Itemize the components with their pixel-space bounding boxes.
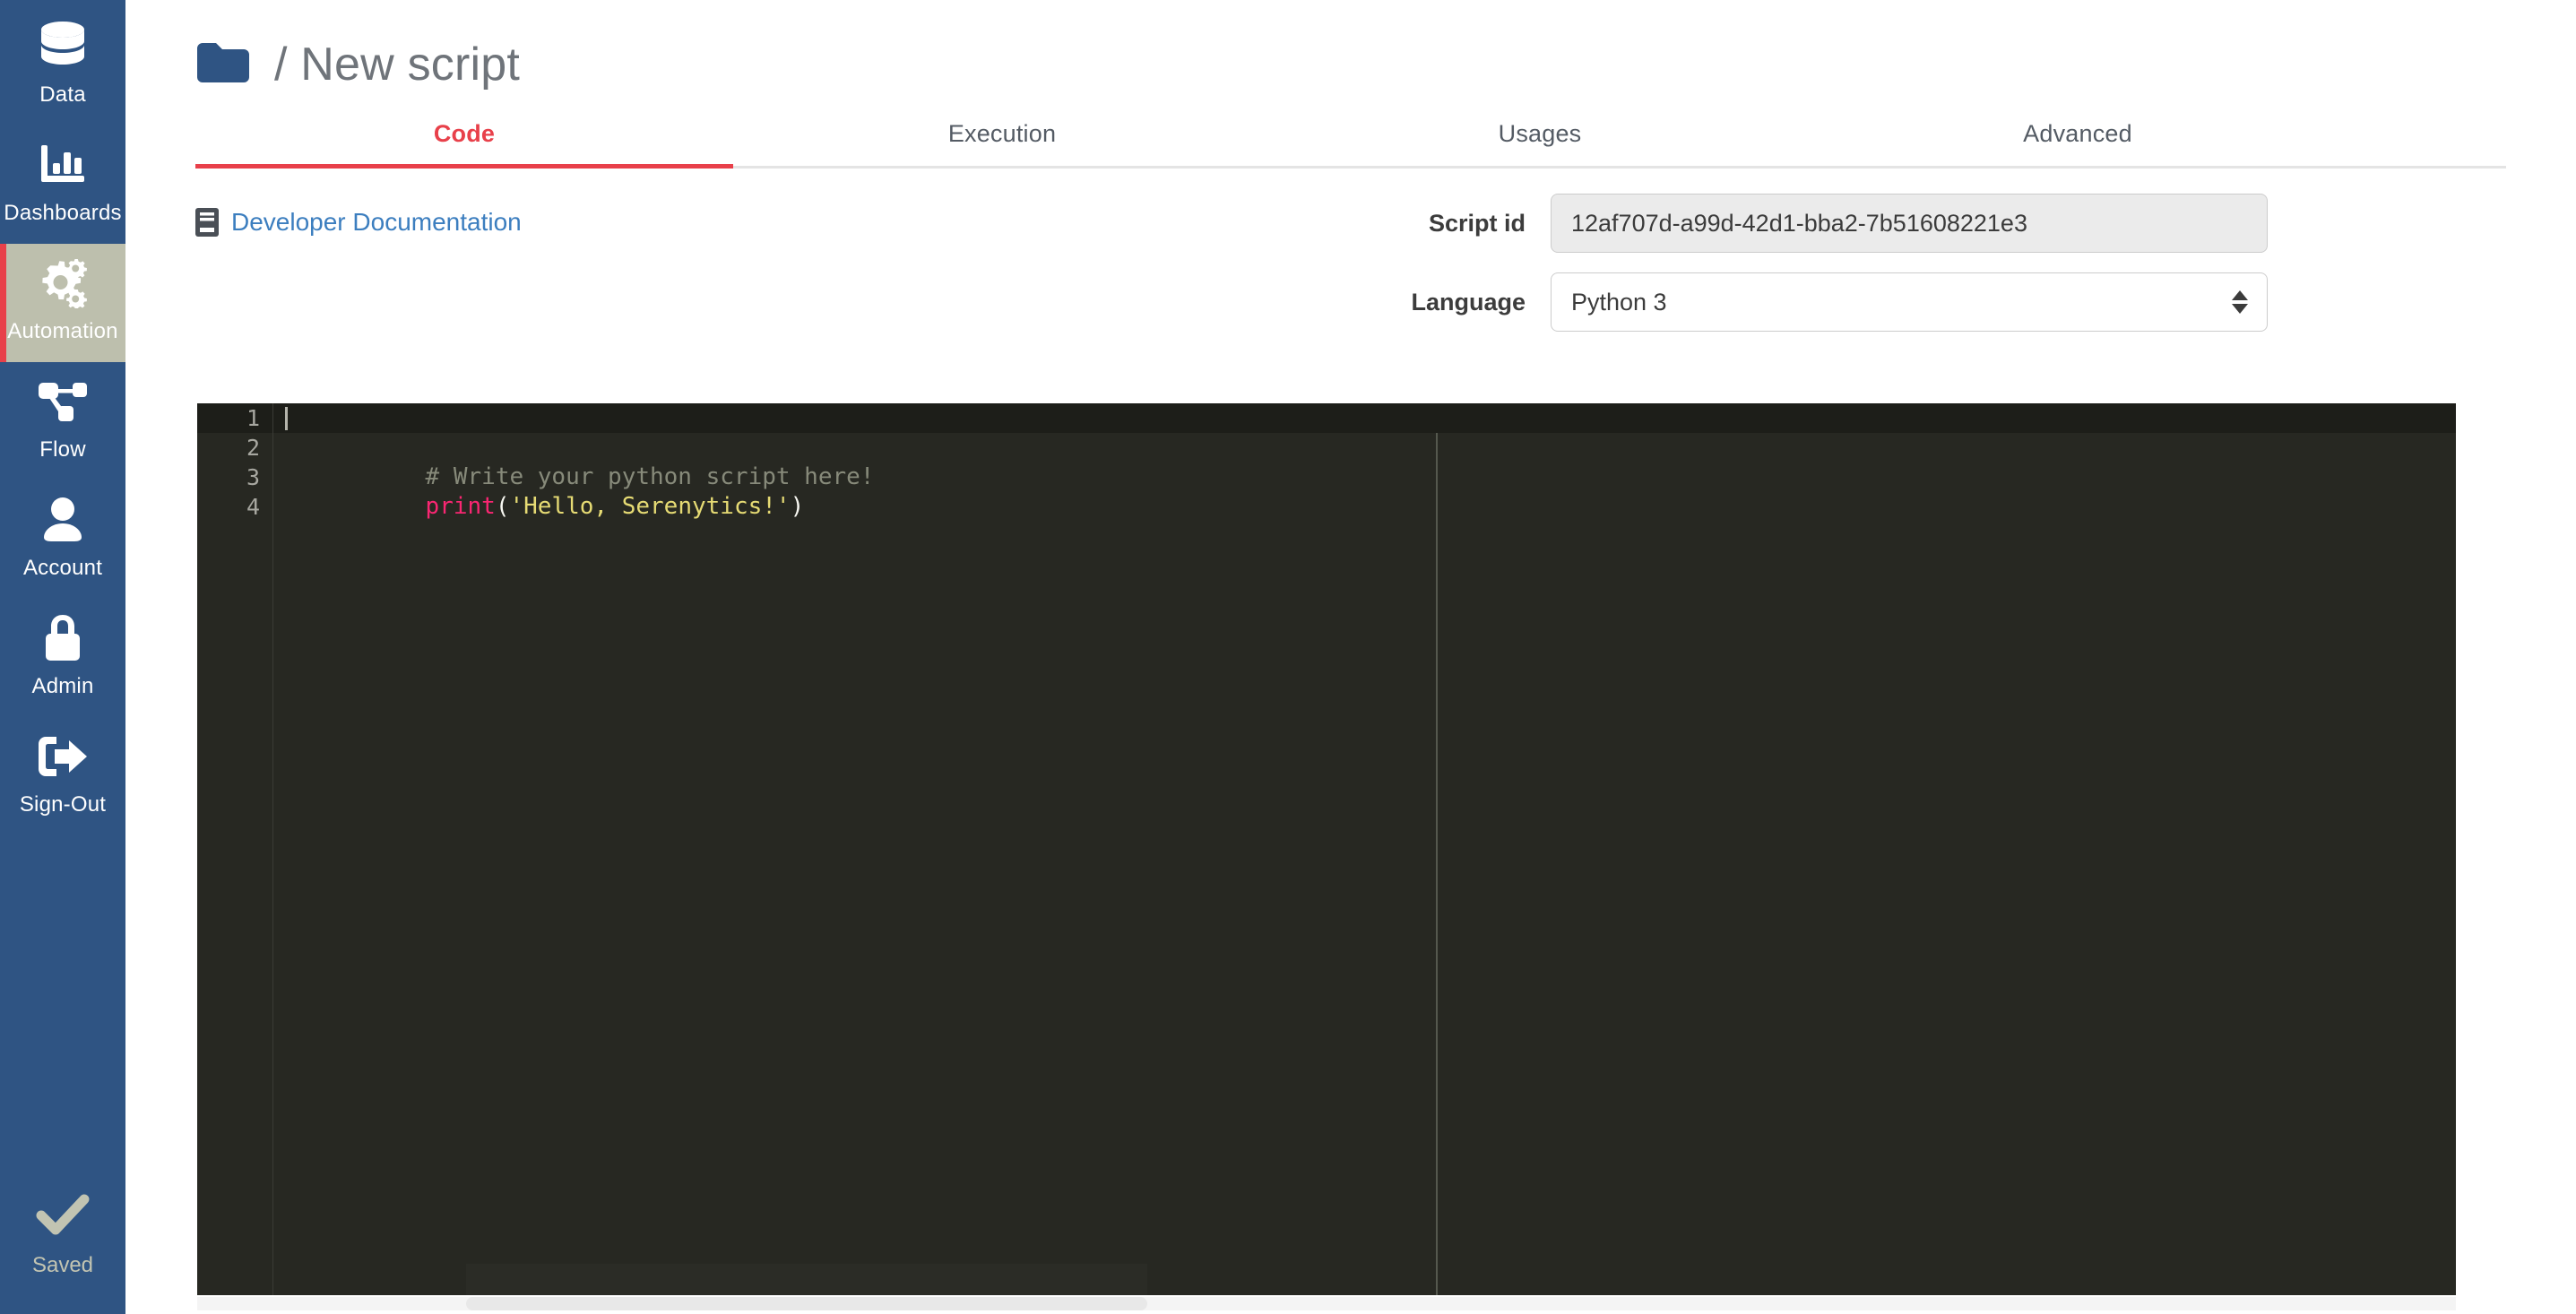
sidebar-item-dashboards[interactable]: Dashboards — [0, 125, 125, 244]
sidebar-item-label: Data — [39, 82, 86, 107]
book-icon — [195, 208, 219, 237]
script-id-input[interactable] — [1551, 194, 2268, 253]
sidebar-item-label: Flow — [39, 437, 86, 462]
gutter-line-number: 3 — [246, 464, 260, 490]
main-content: / New script Code Execution Usages Advan… — [125, 0, 2576, 1314]
user-icon — [35, 493, 91, 547]
bar-chart-icon — [35, 138, 91, 192]
folder-icon — [195, 41, 251, 89]
language-label: Language — [1411, 288, 1526, 316]
sign-out-icon — [35, 730, 91, 783]
gutter-line-number: 2 — [246, 435, 260, 461]
sidebar-item-label: Sign-Out — [19, 792, 107, 817]
tab-advanced[interactable]: Advanced — [1809, 113, 2347, 166]
tab-usages[interactable]: Usages — [1271, 113, 1809, 166]
sitemap-icon — [35, 375, 91, 428]
gutter-line-number: 1 — [197, 403, 272, 433]
lock-icon — [35, 611, 91, 665]
tab-bar: Code Execution Usages Advanced — [195, 113, 2506, 169]
code-line: # Write your python script here! — [273, 433, 2456, 490]
breadcrumb: / New script — [125, 0, 2576, 97]
tab-code[interactable]: Code — [195, 113, 733, 166]
sidebar-item-label: Account — [22, 556, 103, 580]
sidebar-item-account[interactable]: Account — [0, 480, 125, 599]
text-cursor — [285, 407, 288, 430]
script-settings-row: Developer Documentation Script id Langua… — [125, 169, 2576, 348]
editor-horizontal-scrollbar-thumb[interactable] — [466, 1297, 1147, 1310]
developer-documentation-label: Developer Documentation — [231, 208, 522, 236]
page-title: / New script — [274, 39, 521, 91]
sidebar: Data Dashboards Automation Flow Account … — [0, 0, 125, 1314]
editor-bottom-edge — [466, 1264, 1147, 1295]
language-select[interactable]: Python 3 — [1551, 272, 2268, 332]
language-row: Language Python 3 — [1376, 272, 2268, 332]
print-margin-ruler — [1436, 433, 1438, 1295]
script-fields: Script id Language Python 3 — [1376, 194, 2268, 351]
check-icon — [35, 1193, 91, 1241]
sidebar-item-label: Automation — [7, 319, 118, 343]
app-root: Data Dashboards Automation Flow Account … — [0, 0, 2576, 1314]
gears-icon — [35, 256, 91, 310]
database-icon — [35, 20, 91, 73]
script-id-label: Script id — [1428, 209, 1526, 237]
code-line — [273, 403, 2456, 433]
editor-text-area[interactable]: # Write your python script here! print('… — [273, 403, 2456, 1295]
sidebar-item-data[interactable]: Data — [0, 7, 125, 125]
developer-documentation-link[interactable]: Developer Documentation — [195, 208, 522, 237]
sidebar-item-automation[interactable]: Automation — [0, 244, 125, 362]
sidebar-item-sign-out[interactable]: Sign-Out — [0, 717, 125, 835]
tab-execution[interactable]: Execution — [733, 113, 1271, 166]
script-id-control — [1551, 194, 2268, 253]
saved-label: Saved — [31, 1253, 94, 1277]
status-badge-saved: Saved — [0, 1193, 125, 1314]
sidebar-item-label: Dashboards — [4, 201, 122, 225]
sidebar-item-label: Admin — [31, 674, 94, 698]
code-editor[interactable]: 1 2 3 4 # Write your python script here!… — [197, 403, 2456, 1295]
language-control: Python 3 — [1551, 272, 2268, 332]
sidebar-item-flow[interactable]: Flow — [0, 362, 125, 480]
script-id-row: Script id — [1376, 194, 2268, 253]
editor-gutter: 1 2 3 4 — [197, 403, 272, 1295]
code-line: print('Hello, Serenytics!') — [273, 462, 2456, 520]
gutter-line-number: 4 — [246, 494, 260, 520]
sidebar-item-admin[interactable]: Admin — [0, 599, 125, 717]
